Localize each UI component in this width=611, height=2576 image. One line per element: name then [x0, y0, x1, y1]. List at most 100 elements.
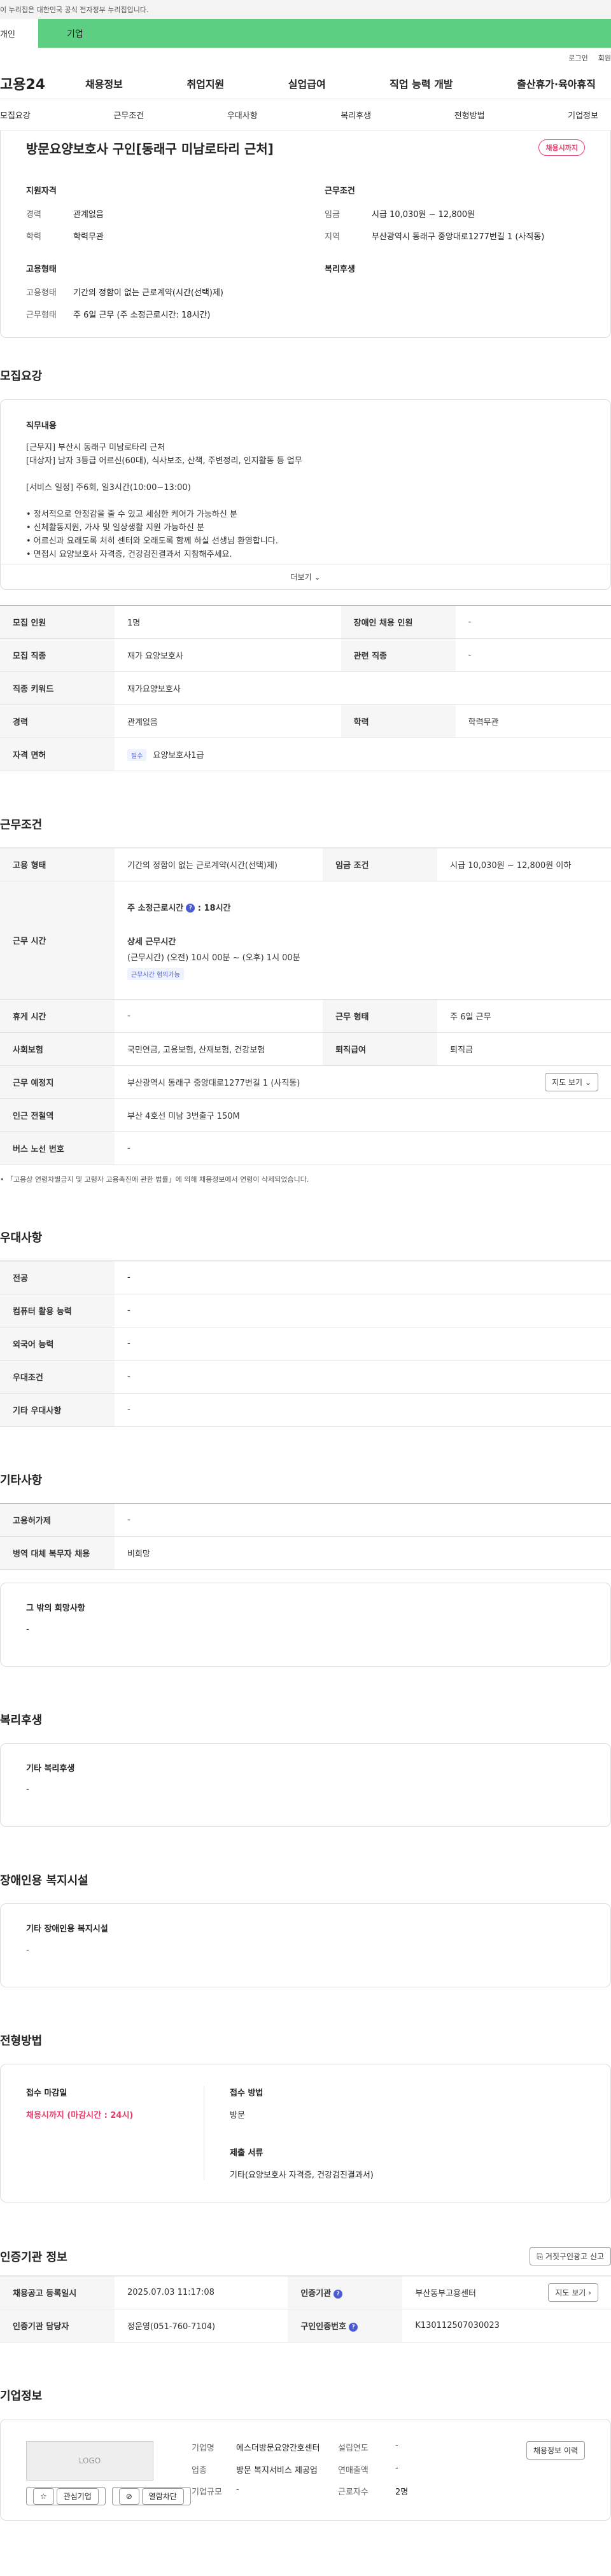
menu-item-jobs[interactable]: 채용정보 [76, 76, 132, 91]
menu-item-parental-leave[interactable]: 출산휴가·육아휴직 [508, 76, 605, 91]
wage-label: 임금 [325, 210, 340, 220]
employment-type-block: 고용형태 고용형태 기간의 정함이 없는 근로계약(시간(선택)제) 근무형태 주 … [26, 262, 286, 330]
report-fake-ad-button[interactable]: ⎘ 거짓구인광고 신고 [530, 2247, 611, 2265]
agency-map-button[interactable]: 지도 보기 › [548, 2283, 598, 2302]
job-history-button[interactable]: 채용정보 이력 [526, 2441, 585, 2460]
military-label: 병역 대체 복무자 채용 [0, 1536, 115, 1570]
rest-label: 휴게 시간 [0, 999, 115, 1033]
table-row: 컴퓨터 활용 능력 - [0, 1294, 611, 1327]
signup-link[interactable]: 회원 [598, 53, 611, 63]
industry-label: 업종 [192, 2465, 207, 2475]
tab-company[interactable]: 기업정보 [568, 109, 598, 121]
wage-condition-value: 시급 10,030원 ~ 12,800원 이하 [437, 848, 611, 881]
agency-map-label: 지도 보기 [555, 2288, 586, 2297]
conditions-table: 고용 형태 기간의 정함이 없는 근로계약(시간(선택)제) 임금 조건 시급 … [0, 848, 611, 1165]
sales-value: - [395, 2463, 398, 2473]
other-preference-label: 기타 우대사항 [0, 1393, 115, 1427]
table-row: 기타 우대사항 - [0, 1393, 611, 1427]
other-section-title: 기타사항 [0, 1474, 43, 1487]
related-category-value: - [455, 638, 611, 672]
gov-banner-text: 이 누리집은 대한민국 공식 전자정부 누리집입니다. [0, 6, 149, 14]
company-name-value: 에스더방문요양간호센터 [236, 2444, 320, 2453]
report-icon: ⎘ [537, 2252, 544, 2261]
desc-line: [대상자] 남자 3등급 어르신(60대), 식사보조, 산책, 주변정리, 인… [26, 456, 302, 466]
desc-line: [서비스 일정] 주6회, 일3시간(10:00~13:00) [26, 483, 191, 493]
worktype-label: 근무형태 [26, 311, 57, 320]
condition-title: 근무조건 [325, 186, 355, 196]
menu-item-employment-support[interactable]: 취업지원 [178, 76, 233, 91]
career-row-label: 경력 [0, 704, 115, 738]
region-label: 지역 [325, 232, 340, 242]
related-category-label: 관련 직종 [341, 638, 456, 672]
job-description-card: 직무내용 [근무지] 부산시 동래구 미남로타리 근처 [대상자] 남자 3등급… [0, 399, 611, 590]
info-icon[interactable]: ? [186, 904, 195, 913]
report-label: 거짓구인광고 신고 [545, 2252, 604, 2261]
anchor-tabs: 모집요강 근무조건 우대사항 복리후생 전형방법 기업정보 [0, 99, 611, 130]
table-row: 고용허가제 - [0, 1503, 611, 1537]
qualification-block: 지원자격 경력 관계없음 학력 학력무관 [26, 184, 286, 252]
manager-value: 정운영(051-760-7104) [115, 2309, 288, 2342]
condition-block: 근무조건 임금 시급 10,030원 ~ 12,800원 지역 부산광역시 동래구 … [325, 184, 585, 252]
job-category-value: 재가 요양보호사 [115, 638, 341, 672]
company-info: 기업명 에스더방문요양간호센터 설립연도 - 업종 방문 복지서비스 제공업 연… [192, 2441, 472, 2498]
retirement-value: 퇴직금 [437, 1032, 611, 1066]
disability-facility-value: - [26, 1945, 29, 1955]
table-row: 외국어 능력 - [0, 1327, 611, 1361]
computer-skill-label: 컴퓨터 활용 능력 [0, 1294, 115, 1327]
table-row: 모집 직종 재가 요양보호사 관련 직종 - [0, 638, 611, 672]
tab-selection[interactable]: 전형방법 [454, 109, 485, 121]
persona-individual-tab[interactable]: 개인 [0, 19, 38, 48]
workplace-value: 부산광역시 동래구 중앙대로1277번길 1 (사직동) [127, 1079, 300, 1088]
tab-conditions[interactable]: 근무조건 [113, 109, 144, 121]
apply-card: 접수 마감일 채용시까지 (마감시간 : 24시) 접수 방법 방문 제출 서류… [0, 2064, 611, 2202]
work-permit-label: 고용허가제 [0, 1503, 115, 1537]
company-name-label: 기업명 [192, 2444, 214, 2453]
company-card: LOGO ☆ 관심기업 ⊘ 열람차단 기업명 에스더방문요양간호센터 설립연도 … [0, 2419, 611, 2521]
education-row-label: 학력 [341, 704, 456, 738]
more-button[interactable]: 더보기 ⌄ [1, 564, 610, 589]
site-logo[interactable]: 고용24 [0, 73, 76, 94]
work-permit-value: - [115, 1503, 611, 1537]
star-icon: ☆ [33, 2488, 54, 2505]
recruit-section-title: 모집요강 [0, 370, 43, 383]
recruit-table: 모집 인원 1명 장애인 채용 인원 - 모집 직종 재가 요양보호사 관련 직… [0, 605, 611, 771]
block-company-button[interactable]: ⊘ 열람차단 [111, 2487, 191, 2505]
tab-recruit[interactable]: 모집요강 [0, 109, 31, 121]
other-welfare-value: - [26, 1785, 29, 1795]
manager-label: 인증기관 담당자 [0, 2309, 115, 2342]
apply-deadline-value: 채용시까지 (마감시간 : 24시) [26, 2111, 134, 2120]
block-label: 열람차단 [141, 2488, 184, 2505]
registered-label: 채용공고 등록일시 [0, 2276, 115, 2309]
industry-value: 방문 복지서비스 제공업 [236, 2465, 318, 2475]
worktype-value: 주 6일 근무 (주 소정근로시간: 18시간) [73, 311, 211, 320]
company-section-title: 기업정보 [0, 2390, 43, 2403]
table-row: 자격 면허 필수 요양보호사1급 [0, 738, 611, 771]
map-button[interactable]: 지도 보기 ⌄ [545, 1073, 598, 1091]
other-table: 고용허가제 - 병역 대체 복무자 채용 비희망 [0, 1503, 611, 1570]
tab-welfare[interactable]: 복리후생 [341, 109, 371, 121]
tab-preference[interactable]: 우대사항 [227, 109, 258, 121]
bus-label: 버스 노선 번호 [0, 1131, 115, 1165]
preference-section-title: 우대사항 [0, 1231, 43, 1245]
global-nav: 고용24 채용정보 취업지원 실업급여 직업 능력 개발 출산휴가·육아휴직 [0, 68, 611, 99]
info-icon[interactable]: ? [334, 2289, 343, 2299]
age-notice: • 「고용상 연령차별금지 및 고령자 고용촉진에 관한 법률」에 의해 채용정… [0, 1175, 309, 1184]
apply-deadline-title: 접수 마감일 [26, 2089, 67, 2098]
desc-line [26, 468, 585, 481]
persona-corporate-tab[interactable]: 기업 [38, 19, 611, 48]
info-icon[interactable]: ? [349, 2322, 358, 2332]
login-link[interactable]: 로그인 [568, 53, 587, 63]
founded-value: - [395, 2441, 398, 2451]
menu-item-vocational-training[interactable]: 직업 능력 개발 [381, 76, 461, 91]
employees-value: 2명 [395, 2488, 409, 2498]
work-form-value: 주 6일 근무 [437, 999, 611, 1033]
wage-condition-label: 임금 조건 [323, 848, 438, 881]
favorite-company-button[interactable]: ☆ 관심기업 [26, 2487, 106, 2505]
major-value: - [115, 1261, 611, 1294]
menu-item-unemployment-benefit[interactable]: 실업급여 [279, 76, 335, 91]
agency-section-title: 인증기관 정보 [0, 2250, 67, 2264]
career-row-value: 관계없음 [115, 704, 341, 738]
work-hours-label: 근무 시간 [0, 881, 115, 1000]
license-value: 요양보호사1급 [153, 750, 204, 760]
rest-value: - [115, 999, 323, 1033]
